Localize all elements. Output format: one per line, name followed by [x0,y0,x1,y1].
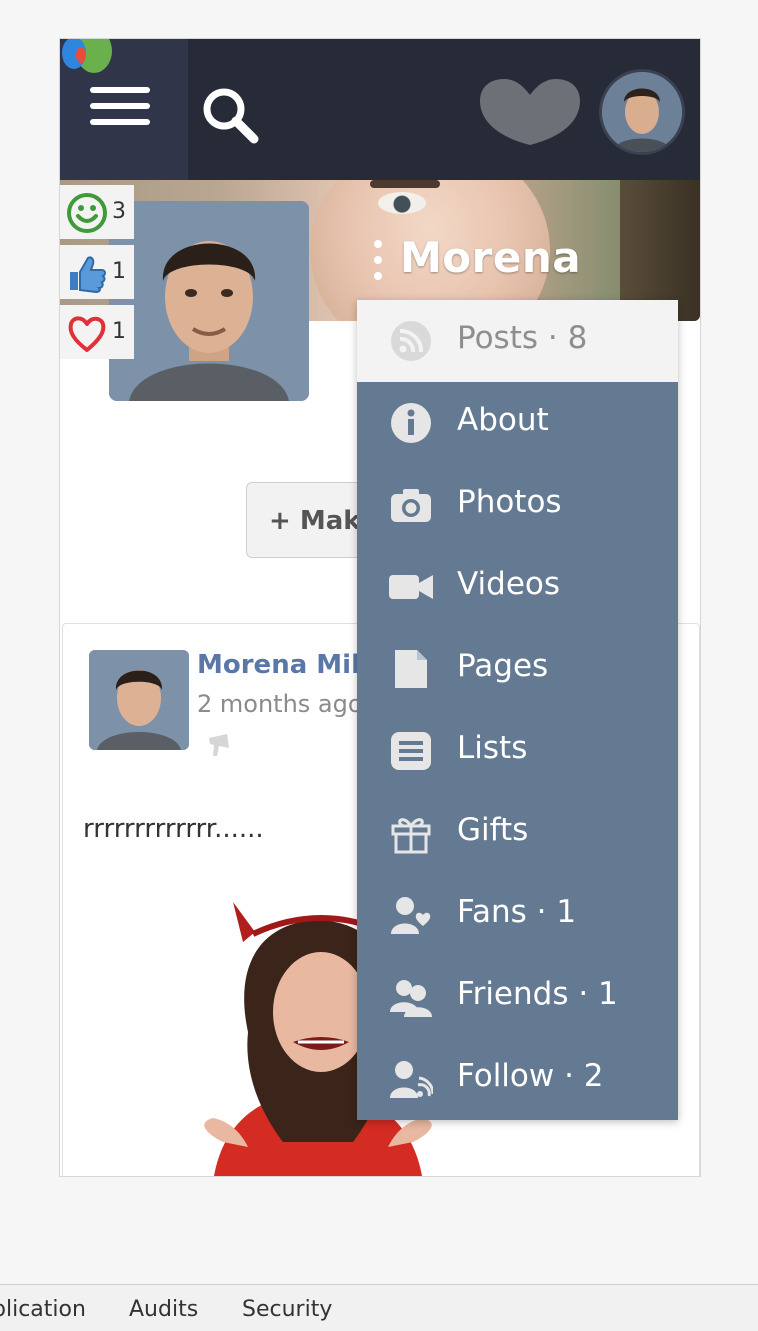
heart-outline-icon [68,316,106,352]
gift-icon [391,818,431,854]
heart-icon[interactable] [478,77,582,149]
file-icon [395,650,427,688]
thumbs-up-icon [70,256,106,294]
post-text: rrrrrrrrrrrrr...... [83,814,264,844]
friends-icon [390,980,432,1017]
search-icon[interactable] [198,83,262,147]
nav-item-fans[interactable]: Fans · 1 [357,874,678,956]
profile-picture[interactable] [109,201,309,401]
devtools-tab-audits[interactable]: Audits [129,1297,198,1322]
rss-icon [391,321,431,361]
info-icon [391,403,431,443]
site-logo [62,39,112,73]
nav-item-lists[interactable]: Lists [357,710,678,792]
nav-item-posts[interactable]: Posts · 8 [357,300,678,382]
camera-icon [391,489,431,522]
reaction-count: 1 [112,319,126,344]
list-icon [391,732,431,770]
nav-item-label: Gifts [457,812,529,848]
post-author-avatar[interactable] [89,650,189,750]
nav-item-label: Photos [457,484,562,520]
nav-item-label: Pages [457,648,549,684]
more-vertical-icon[interactable] [373,240,383,282]
megaphone-icon[interactable] [205,730,235,760]
nav-item-label: Friends · 1 [457,976,618,1012]
nav-item-about[interactable]: About [357,382,678,464]
nav-item-photos[interactable]: Photos [357,464,678,546]
nav-item-videos[interactable]: Videos [357,546,678,628]
nav-item-follow[interactable]: Follow · 2 [357,1038,678,1120]
nav-item-label: Videos [457,566,561,602]
nav-item-label: Fans · 1 [457,894,577,930]
nav-item-label: Lists [457,730,528,766]
nav-item-label: Posts · 8 [457,320,588,356]
nav-item-friends[interactable]: Friends · 1 [357,956,678,1038]
nav-item-label: Follow · 2 [457,1058,604,1094]
devtools-tab-application[interactable]: plication [0,1297,86,1322]
post-timestamp[interactable]: 2 months ago [197,690,363,718]
nav-item-gifts[interactable]: Gifts [357,792,678,874]
devtools-tab-bar: plication Audits Security [0,1284,758,1331]
nav-item-pages[interactable]: Pages [357,628,678,710]
hamburger-icon [90,87,150,125]
devtools-tab-security[interactable]: Security [242,1297,332,1322]
fans-icon [391,897,431,934]
reaction-smile[interactable]: 3 [60,185,134,239]
reaction-count: 1 [112,259,126,284]
reaction-love[interactable]: 1 [60,305,134,359]
smile-icon [67,193,107,233]
follow-icon [390,1061,433,1098]
nav-item-label: About [457,402,549,438]
reaction-like[interactable]: 1 [60,245,134,299]
top-bar [60,39,700,180]
video-icon [389,575,433,599]
profile-name: Morena [400,233,582,282]
reaction-count: 3 [112,199,126,224]
user-avatar[interactable] [599,69,685,155]
profile-nav-dropdown: Posts · 8 About Photos Videos Pages List… [357,300,678,1120]
